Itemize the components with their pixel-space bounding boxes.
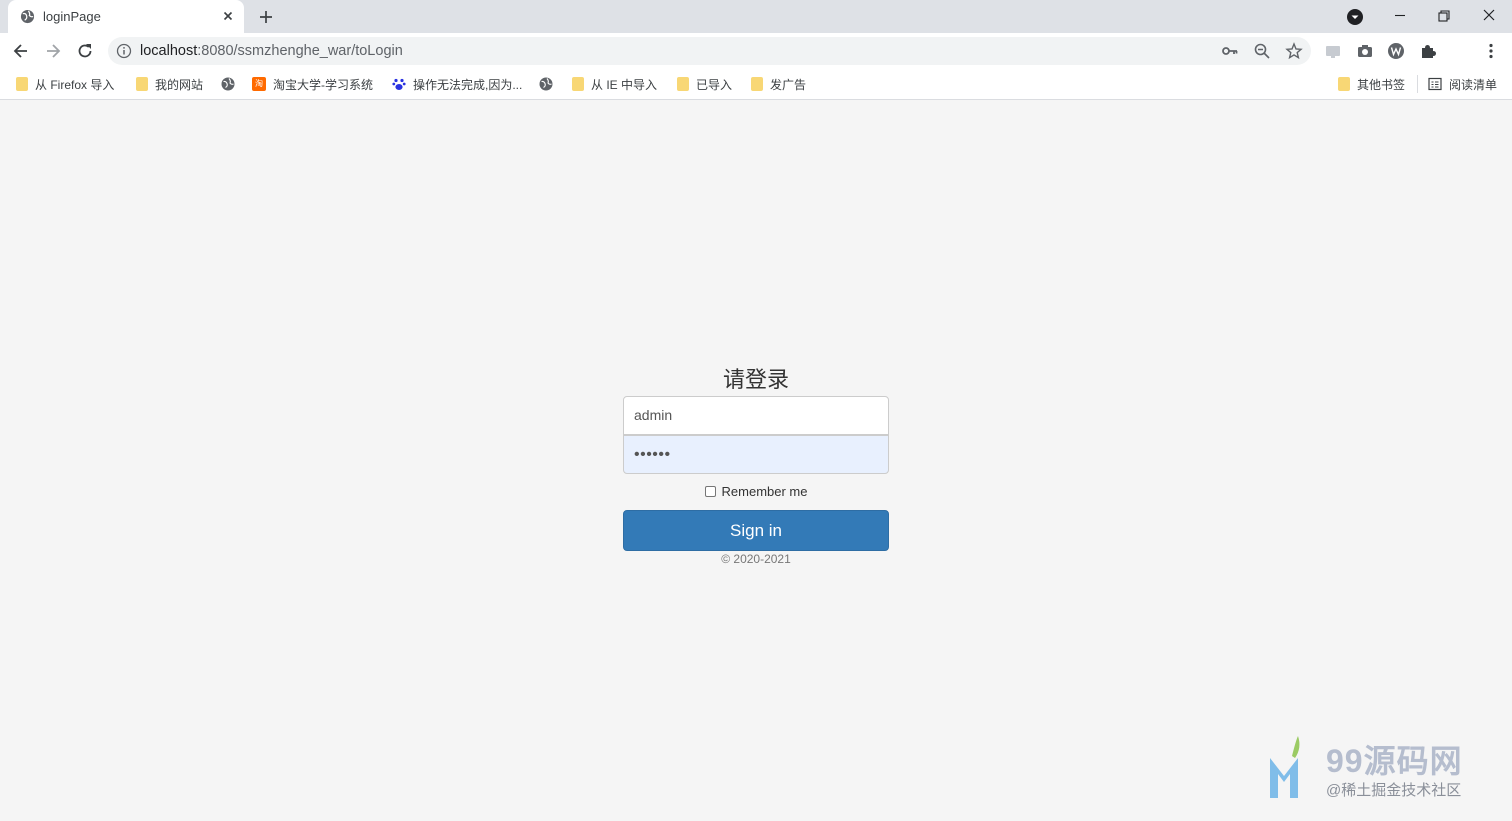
remember-me-label: Remember me [721,484,808,499]
bookmark-label: 操作无法完成,因为... [413,77,523,92]
zoom-icon[interactable] [1253,42,1271,60]
bookmark-label: 我的网站 [155,77,204,92]
bookmark-firefox-import[interactable]: 从 Firefox 导入 [16,75,114,93]
watermark-brand: 99源码网 [1326,743,1463,779]
folder-icon [136,77,148,91]
password-input[interactable]: •••••• [623,435,889,474]
taobao-icon: 淘 [252,77,266,91]
reading-list-icon [1428,77,1442,91]
key-icon[interactable] [1221,42,1239,60]
username-input[interactable]: admin [623,396,889,435]
bookmark-label: 阅读清单 [1449,77,1498,92]
bookmark-imported[interactable]: 已导入 [677,75,732,93]
tab-search-icon[interactable] [1346,8,1364,26]
folder-icon [16,77,28,91]
url-host: localhost [140,43,198,59]
url-path: :8080/ssmzhenghe_war/toLogin [197,43,403,59]
globe-icon [539,77,553,91]
back-icon[interactable] [11,41,31,61]
address-bar[interactable]: localhost:8080/ssmzhenghe_war/toLogin [108,37,1311,65]
folder-icon [572,77,584,91]
bookmarks-divider [1417,75,1418,93]
watermark-subtitle: @稀土掘金技术社区 [1326,782,1462,799]
forward-icon[interactable] [43,41,63,61]
bookmark-label: 从 IE 中导入 [591,77,658,92]
close-tab-icon[interactable] [220,8,236,24]
url-text[interactable]: localhost:8080/ssmzhenghe_war/toLogin [140,43,403,59]
login-heading: 请登录 [722,367,789,392]
browser-tabstrip: loginPage [0,0,1512,33]
reading-list[interactable]: 阅读清单 [1428,75,1497,93]
globe-icon [221,77,235,91]
remember-me[interactable]: Remember me [623,484,889,499]
baidu-icon [392,78,406,90]
close-window-icon[interactable] [1479,6,1499,26]
extensions-puzzle-icon[interactable] [1418,41,1438,61]
bookmark-star-icon[interactable] [1285,42,1303,60]
camera-icon[interactable] [1355,41,1375,61]
w-extension-icon[interactable] [1386,41,1406,61]
bookmark-label: 淘宝大学-学习系统 [273,77,373,92]
bookmark-label: 从 Firefox 导入 [35,77,115,92]
bookmark-taobao-university[interactable]: 淘 淘宝大学-学习系统 [252,75,373,93]
folder-icon [1338,77,1350,91]
reload-icon[interactable] [75,41,95,61]
restore-icon[interactable] [1434,6,1454,26]
bookmark-operation-failed[interactable]: 操作无法完成,因为... [392,75,522,93]
bookmark-globe-1[interactable] [221,75,242,93]
folder-icon [677,77,689,91]
site-info-icon[interactable] [116,43,132,59]
remember-me-checkbox[interactable] [704,486,716,497]
bookmark-my-sites[interactable]: 我的网站 [136,75,203,93]
bookmark-label: 其他书签 [1357,77,1406,92]
copyright-text: © 2020-2021 [721,552,791,566]
bookmark-label: 已导入 [696,77,733,92]
folder-icon [751,77,763,91]
bookmark-ads[interactable]: 发广告 [751,75,806,93]
bookmark-other[interactable]: 其他书签 [1338,75,1405,93]
bookmark-ie-import[interactable]: 从 IE 中导入 [572,75,657,93]
browser-toolbar: localhost:8080/ssmzhenghe_war/toLogin S [0,33,1512,95]
bookmark-label: 发广告 [770,77,807,92]
tab-title: loginPage [43,9,101,24]
bookmark-globe-2[interactable] [539,75,560,93]
minimize-icon[interactable] [1390,6,1410,26]
globe-icon [20,9,35,24]
new-tab-icon[interactable] [256,7,276,27]
bookmarks-bar: 从 Firefox 导入 我的网站 淘 淘宝大学-学习系统 操作无法完成,因为.… [0,68,1512,100]
signin-button[interactable]: Sign in [623,510,889,551]
menu-kebab-icon[interactable] [1481,41,1501,61]
browser-tab[interactable]: loginPage [8,0,244,33]
cast-icon[interactable] [1323,41,1343,61]
